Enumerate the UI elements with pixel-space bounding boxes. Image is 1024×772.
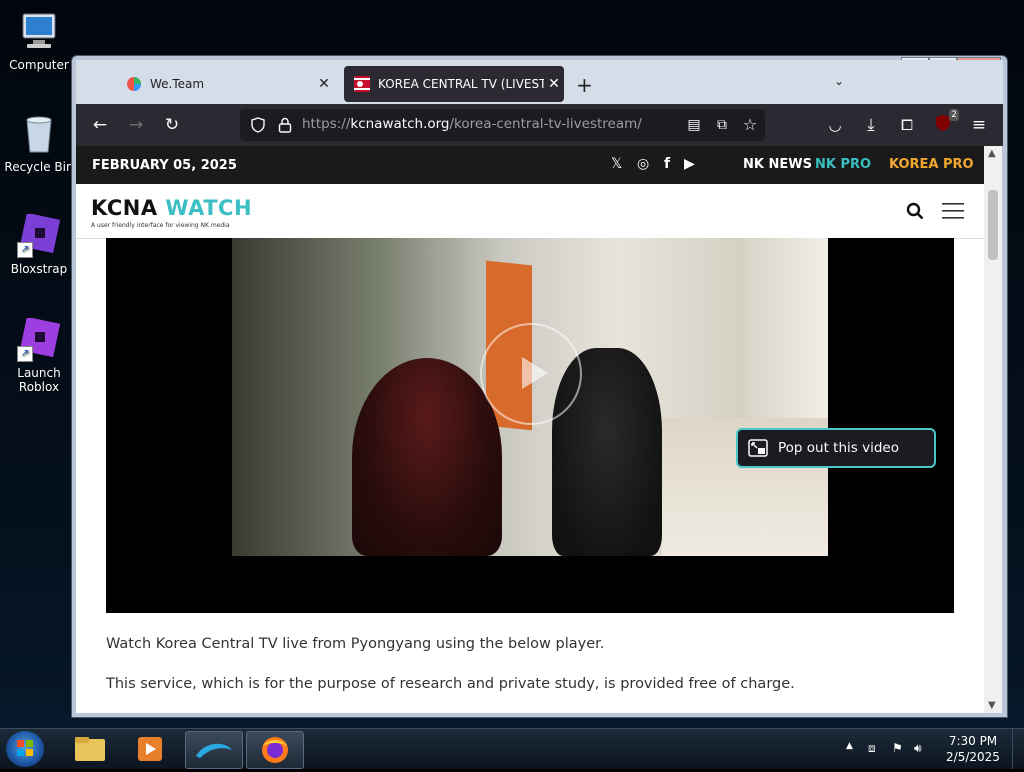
app-menu-hamburger-icon[interactable]: ≡ [967, 113, 991, 137]
dolphin-icon [196, 743, 232, 758]
nk-flag-favicon-icon [354, 76, 370, 92]
new-tab-button[interactable]: + [576, 73, 593, 97]
clock-time: 7:30 PM [948, 734, 998, 748]
close-tab-icon[interactable]: ✕ [544, 76, 564, 92]
instagram-icon[interactable]: ◎ [637, 156, 649, 172]
show-desktop-button[interactable] [1012, 729, 1024, 769]
extensions-puzzle-icon[interactable]: ⧠ [895, 113, 919, 137]
nk-news-link[interactable]: NK NEWS [743, 157, 812, 172]
taskbar-media-player[interactable] [122, 731, 178, 767]
desktop-icon-label: Launch Roblox [17, 366, 61, 394]
web-page-content: FEBRUARY 05, 2025 𝕏 ◎ f ▶ NK NEWS NK PRO… [76, 146, 984, 713]
url-text: https://kcnawatch.org/korea-central-tv-l… [302, 116, 642, 132]
media-player-icon [138, 737, 162, 761]
site-tagline: A user friendly interface for viewing NK… [91, 222, 230, 229]
action-center-flag-icon[interactable]: ⚑ [892, 741, 903, 755]
pop-out-video-button[interactable]: Pop out this video [736, 428, 936, 468]
tab-we-team[interactable]: We.Team ✕ [116, 66, 334, 102]
video-player[interactable]: Pop out this video [106, 238, 954, 613]
nk-pro-link[interactable]: NK PRO [815, 157, 871, 172]
extension-badge-count: 2 [949, 109, 959, 121]
scroll-down-arrow-icon[interactable]: ▼ [988, 700, 996, 711]
menu-hamburger-icon[interactable] [942, 202, 964, 220]
bookmark-star-icon[interactable]: ☆ [738, 113, 762, 137]
network-icon[interactable]: ⧈ [868, 741, 876, 756]
youtube-icon[interactable]: ▶ [684, 156, 695, 172]
pocket-icon[interactable]: ◡ [823, 113, 847, 137]
desktop-icon-label: Recycle Bin [4, 160, 74, 174]
list-all-tabs-chevron-down-icon[interactable]: ⌄ [834, 74, 844, 88]
reader-view-icon[interactable]: ▤ [682, 113, 706, 137]
site-date: FEBRUARY 05, 2025 [92, 158, 237, 173]
volume-icon[interactable]: 🔊︎ [914, 741, 922, 756]
desktop-icon-label: Bloxstrap [10, 262, 68, 276]
kcna-watch-logo[interactable]: KCNA WATCH [91, 196, 252, 220]
picture-in-picture-icon[interactable]: ⧉ [710, 113, 734, 137]
service-paragraph: This service, which is for the purpose o… [106, 676, 795, 692]
system-clock[interactable]: 7:30 PM 2/5/2025 [938, 733, 1008, 765]
page-scrollbar[interactable]: ▲ ▼ [984, 146, 1002, 713]
url-bar[interactable]: https://kcnawatch.org/korea-central-tv-l… [240, 109, 765, 141]
desktop-icon-launch-roblox[interactable]: ↗ Launch Roblox [0, 316, 78, 394]
browser-window: ▁ ❐ ✕ We.Team ✕ KOREA CENTRAL TV (LIVEST… [71, 55, 1008, 718]
taskbar-explorer[interactable] [62, 731, 118, 767]
desktop-icon-computer[interactable]: Computer [0, 10, 78, 72]
tab-label: We.Team [150, 77, 205, 91]
tab-label: KOREA CENTRAL TV (LIVESTREAM) [378, 77, 544, 91]
desktop-icon-label: Computer [9, 58, 69, 72]
forward-arrow-icon[interactable]: → [124, 113, 148, 137]
taskbar: ▲ ⧈ ⚑ 🔊︎ 7:30 PM 2/5/2025 [0, 728, 1024, 769]
start-button[interactable] [6, 731, 44, 767]
ublock-extension-icon[interactable]: 2 [931, 109, 959, 137]
video-frame[interactable] [232, 238, 828, 556]
korea-pro-link[interactable]: KOREA PRO [889, 157, 974, 172]
close-tab-icon[interactable]: ✕ [314, 76, 334, 92]
taskbar-dolphin[interactable] [185, 731, 243, 769]
navigation-toolbar: ← → ↻ https://kcnawatch.org/korea-centra… [76, 104, 1003, 146]
windows-logo-icon [17, 740, 33, 756]
desktop-icon-bloxstrap[interactable]: ↗ Bloxstrap [0, 212, 78, 276]
shortcut-arrow-icon: ↗ [17, 242, 33, 258]
reload-icon[interactable]: ↻ [160, 113, 184, 137]
site-header: KCNA WATCH A user friendly interface for… [76, 184, 984, 239]
x-twitter-icon[interactable]: 𝕏 [611, 156, 622, 172]
scrollbar-thumb[interactable] [988, 190, 998, 260]
play-icon[interactable] [480, 323, 582, 425]
computer-icon [17, 10, 61, 54]
tracking-protection-shield-icon[interactable] [250, 117, 266, 133]
we-team-favicon-icon [127, 77, 141, 91]
search-icon[interactable] [906, 202, 924, 220]
scroll-up-arrow-icon[interactable]: ▲ [988, 148, 996, 159]
download-icon[interactable]: ⤓ [859, 113, 883, 137]
show-hidden-icons-chevron-up-icon[interactable]: ▲ [846, 741, 853, 751]
taskbar-firefox[interactable] [246, 731, 304, 769]
picture-in-picture-icon [748, 439, 768, 457]
tab-korea-central-tv[interactable]: KOREA CENTRAL TV (LIVESTREAM) ✕ [344, 66, 564, 102]
facebook-icon[interactable]: f [664, 156, 670, 172]
back-arrow-icon[interactable]: ← [88, 113, 112, 137]
folder-icon [75, 737, 105, 761]
pop-out-label: Pop out this video [778, 440, 899, 456]
lock-icon[interactable] [278, 117, 292, 133]
desktop-icon-recycle-bin[interactable]: Recycle Bin [0, 112, 78, 174]
recycle-bin-icon [17, 112, 61, 156]
bloxstrap-icon: ↗ [17, 212, 61, 258]
roblox-icon: ↗ [17, 316, 61, 362]
tab-bar: We.Team ✕ KOREA CENTRAL TV (LIVESTREAM) … [76, 60, 1003, 104]
intro-paragraph: Watch Korea Central TV live from Pyongya… [106, 636, 605, 652]
shortcut-arrow-icon: ↗ [17, 346, 33, 362]
video-scene-person [352, 358, 502, 556]
site-top-strip: FEBRUARY 05, 2025 𝕏 ◎ f ▶ NK NEWS NK PRO… [76, 146, 984, 184]
clock-date: 2/5/2025 [946, 750, 1000, 764]
firefox-icon [262, 737, 288, 763]
